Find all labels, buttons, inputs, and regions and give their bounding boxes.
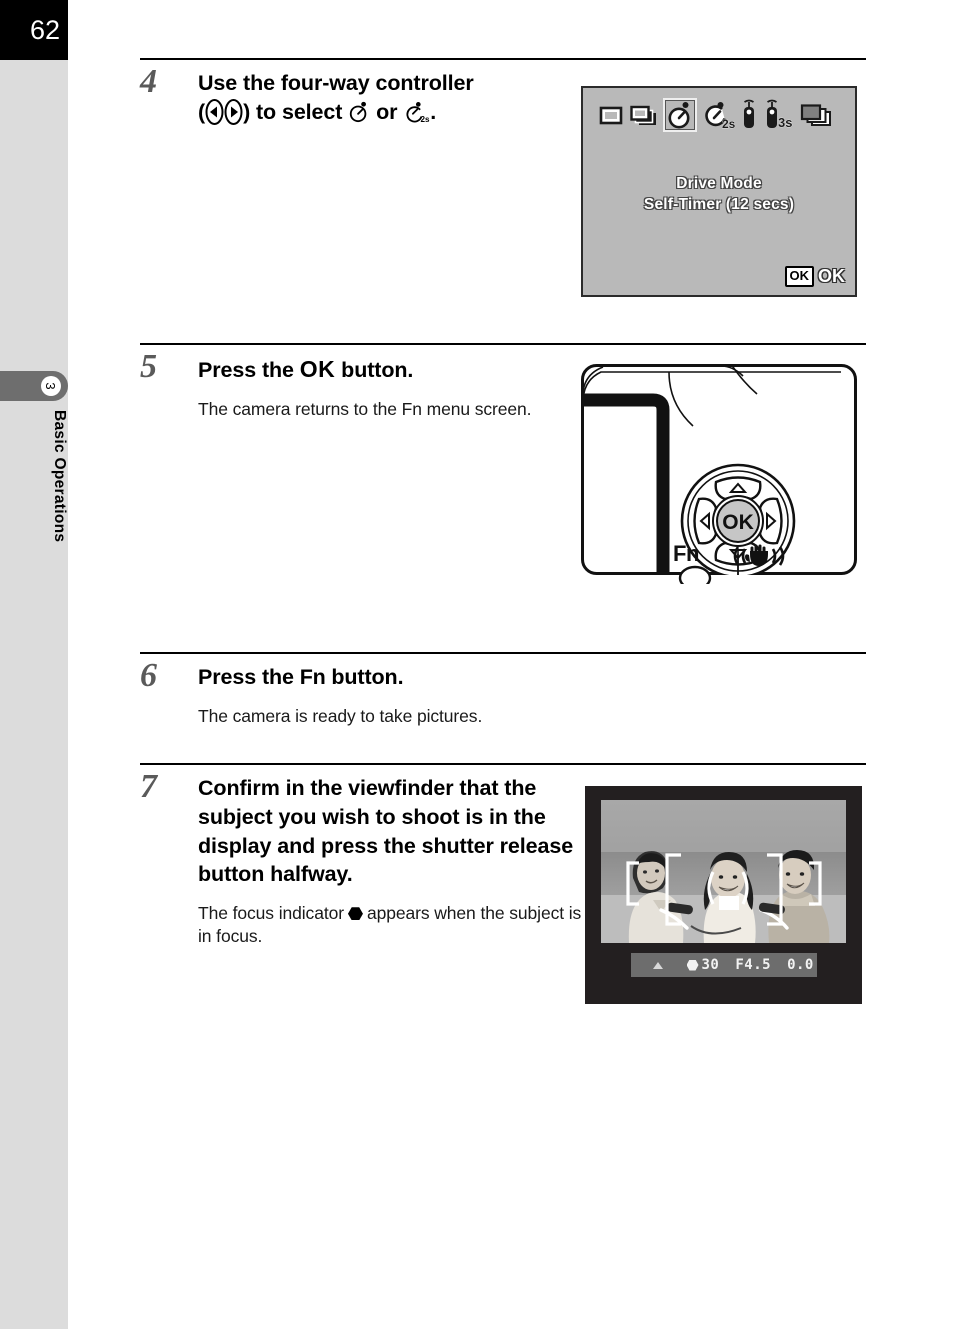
viewfinder-image <box>601 800 846 943</box>
remote-control-3s-icon[interactable]: 3s <box>762 99 796 136</box>
exposure-compensation-value: 0.0 <box>787 957 814 973</box>
step-heading: Press the Fn button. <box>198 663 866 692</box>
self-timer-2s-icon[interactable]: 2s <box>700 99 736 136</box>
lcd-ok-hint: OK OK <box>784 265 845 287</box>
shutter-speed-value: 30 <box>701 957 720 973</box>
ok-badge-icon: OK <box>784 265 814 287</box>
step-heading: Confirm in the viewfinder that the subje… <box>198 776 574 887</box>
lcd-drive-mode-figure: 2s 3s Drive Mode Self-Timer (12 secs) OK… <box>581 86 857 297</box>
camera-back-figure: OK Fn Fn <box>571 363 857 584</box>
svg-text:2s: 2s <box>722 117 736 131</box>
fn-button-glyph: Fn <box>299 665 326 689</box>
step-heading-line2: ) to select <box>243 99 343 124</box>
self-timer-12s-icon[interactable] <box>662 97 698 137</box>
step-heading-paren-open: ( <box>198 99 206 124</box>
page-content: 4 Use the four-way controller ( ) to sel… <box>68 0 954 1329</box>
exposure-bracketing-icon[interactable] <box>799 100 833 135</box>
step-heading-period: . <box>430 99 437 124</box>
step-number: 7 <box>140 768 157 805</box>
step-number: 6 <box>140 657 157 694</box>
step-number: 4 <box>140 63 157 100</box>
svg-text:3s: 3s <box>778 115 792 130</box>
aperture-value: F4.5 <box>735 957 772 973</box>
remote-control-icon[interactable] <box>739 99 759 136</box>
chapter-title: Basic Operations <box>51 410 68 543</box>
ok-label: OK <box>818 265 845 286</box>
drive-mode-icon-row: 2s 3s <box>597 97 845 137</box>
step-heading-post: button. <box>331 665 404 689</box>
self-timer-2s-icon: 2s <box>406 101 430 123</box>
exposure-warning-icon <box>652 961 663 969</box>
step-heading-or: or <box>376 99 398 124</box>
ok-button-glyph: OK <box>299 356 336 382</box>
focus-confirm-indicator <box>686 959 699 971</box>
step-heading-line1: Use the four-way controller <box>198 71 474 95</box>
right-arrow-key-icon <box>224 98 243 125</box>
step-number: 5 <box>140 348 157 385</box>
step-body-text: The camera returns to the Fn menu screen… <box>198 398 532 419</box>
step-body-pre: The focus indicator <box>198 903 344 924</box>
viewfinder-figure: 30 F4.5 0.0 <box>585 786 862 1004</box>
step-body-text: The focus indicator appears when the subj… <box>198 902 593 949</box>
fn-button-shape <box>677 564 713 584</box>
viewfinder-scene <box>601 800 846 943</box>
single-frame-icon[interactable] <box>597 100 625 135</box>
shake-reduction-icon <box>729 541 789 576</box>
viewfinder-status-bar: 30 F4.5 0.0 <box>630 953 817 977</box>
step-heading-pre: Press the <box>198 358 294 382</box>
left-arrow-key-icon <box>205 98 224 125</box>
step-body-text: The camera is ready to take pictures. <box>198 705 483 726</box>
page-number: 62 <box>0 0 68 60</box>
continuous-shooting-icon[interactable] <box>628 100 660 135</box>
chapter-number: 3 <box>41 376 61 396</box>
step-heading-pre: Press the <box>198 665 294 689</box>
focus-indicator-icon <box>347 907 363 921</box>
ok-button-label: OK <box>722 511 754 534</box>
lcd-caption-line2: Self-Timer (12 secs) <box>643 195 795 213</box>
lcd-caption-line1: Drive Mode <box>676 175 762 192</box>
self-timer-12s-icon <box>350 101 367 122</box>
step-6: 6 Press the Fn button. The camera is rea… <box>140 652 866 728</box>
chapter-tab: 3 <box>0 371 68 401</box>
svg-text:2s: 2s <box>421 115 430 123</box>
sidebar: 62 3 Basic Operations <box>0 0 68 1329</box>
lcd-caption: Drive Mode Self-Timer (12 secs) <box>583 174 855 216</box>
step-heading-post: button. <box>341 358 414 382</box>
